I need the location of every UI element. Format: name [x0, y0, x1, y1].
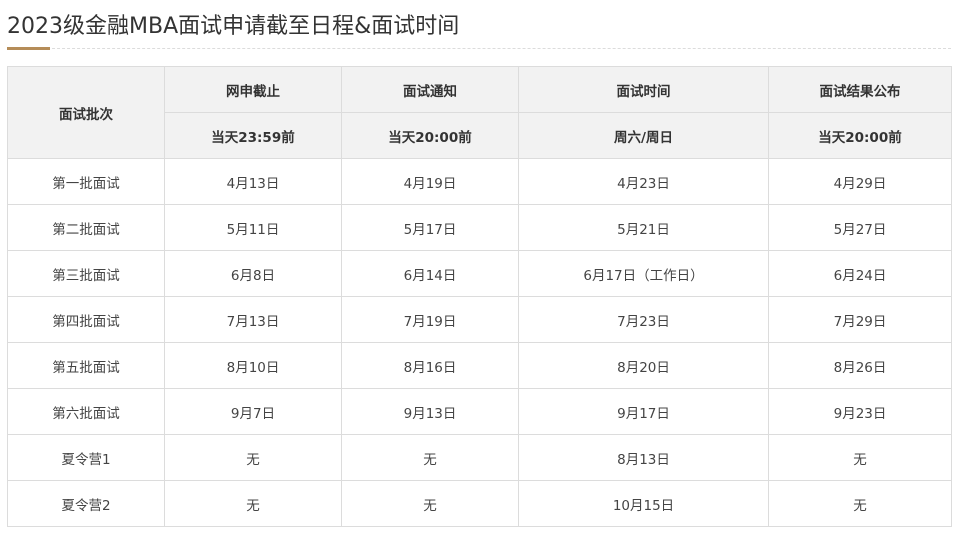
batch-cell: 第六批面试 — [7, 388, 165, 435]
table-cell: 5月21日 — [518, 204, 769, 251]
table-row: 第三批面试 6月8日 6月14日 6月17日（工作日） 6月24日 — [7, 250, 952, 297]
table-cell: 8月20日 — [518, 342, 769, 389]
header-cell: 网申截止 — [164, 66, 342, 113]
header-row: 面试批次 网申截止 面试通知 面试时间 面试结果公布 — [7, 66, 952, 159]
table-cell: 9月23日 — [768, 388, 952, 435]
table-cell: 4月29日 — [768, 158, 952, 205]
table-cell: 8月26日 — [768, 342, 952, 389]
table-row: 夏令营2 无 无 10月15日 无 — [7, 480, 952, 527]
title-divider — [7, 48, 951, 49]
subheader-cell: 周六/周日 — [518, 112, 769, 159]
title-accent-bar — [7, 47, 50, 50]
table-cell: 6月14日 — [341, 250, 519, 297]
table-cell: 6月17日（工作日） — [518, 250, 769, 297]
table-cell: 8月10日 — [164, 342, 342, 389]
batch-cell: 第五批面试 — [7, 342, 165, 389]
schedule-table: 面试批次 网申截止 面试通知 面试时间 面试结果公布 当天23:59前 当天20… — [7, 66, 952, 527]
subheader-cell: 当天20:00前 — [768, 112, 952, 159]
table-cell: 5月17日 — [341, 204, 519, 251]
table-cell: 9月17日 — [518, 388, 769, 435]
header-cell: 面试结果公布 — [768, 66, 952, 113]
header-cell: 面试时间 — [518, 66, 769, 113]
table-cell: 8月13日 — [518, 434, 769, 481]
table-cell: 4月23日 — [518, 158, 769, 205]
table-cell: 10月15日 — [518, 480, 769, 527]
table-row: 第二批面试 5月11日 5月17日 5月21日 5月27日 — [7, 204, 952, 251]
table-cell: 无 — [341, 434, 519, 481]
table-row: 第一批面试 4月13日 4月19日 4月23日 4月29日 — [7, 158, 952, 205]
table-cell: 无 — [768, 480, 952, 527]
table-cell: 6月24日 — [768, 250, 952, 297]
table-cell: 无 — [164, 480, 342, 527]
table-row: 第四批面试 7月13日 7月19日 7月23日 7月29日 — [7, 296, 952, 343]
subheader-cell: 当天23:59前 — [164, 112, 342, 159]
table-cell: 7月13日 — [164, 296, 342, 343]
table-cell: 5月27日 — [768, 204, 952, 251]
table-cell: 8月16日 — [341, 342, 519, 389]
batch-cell: 第一批面试 — [7, 158, 165, 205]
table-cell: 9月13日 — [341, 388, 519, 435]
batch-cell: 夏令营2 — [7, 480, 165, 527]
table-cell: 7月19日 — [341, 296, 519, 343]
table-cell: 4月19日 — [341, 158, 519, 205]
table-cell: 7月29日 — [768, 296, 952, 343]
table-row: 第六批面试 9月7日 9月13日 9月17日 9月23日 — [7, 388, 952, 435]
table-cell: 7月23日 — [518, 296, 769, 343]
table-row: 第五批面试 8月10日 8月16日 8月20日 8月26日 — [7, 342, 952, 389]
table-cell: 9月7日 — [164, 388, 342, 435]
page-title: 2023级金融MBA面试申请截至日程&面试时间 — [7, 14, 460, 39]
batch-cell: 第四批面试 — [7, 296, 165, 343]
table-cell: 5月11日 — [164, 204, 342, 251]
batch-cell: 第二批面试 — [7, 204, 165, 251]
batch-cell: 夏令营1 — [7, 434, 165, 481]
table-cell: 无 — [164, 434, 342, 481]
batch-cell: 第三批面试 — [7, 250, 165, 297]
subheader-cell: 当天20:00前 — [341, 112, 519, 159]
table-cell: 无 — [341, 480, 519, 527]
table-row: 夏令营1 无 无 8月13日 无 — [7, 434, 952, 481]
header-cell: 面试通知 — [341, 66, 519, 113]
table-cell: 无 — [768, 434, 952, 481]
header-batch: 面试批次 — [7, 66, 165, 159]
table-cell: 4月13日 — [164, 158, 342, 205]
table-cell: 6月8日 — [164, 250, 342, 297]
